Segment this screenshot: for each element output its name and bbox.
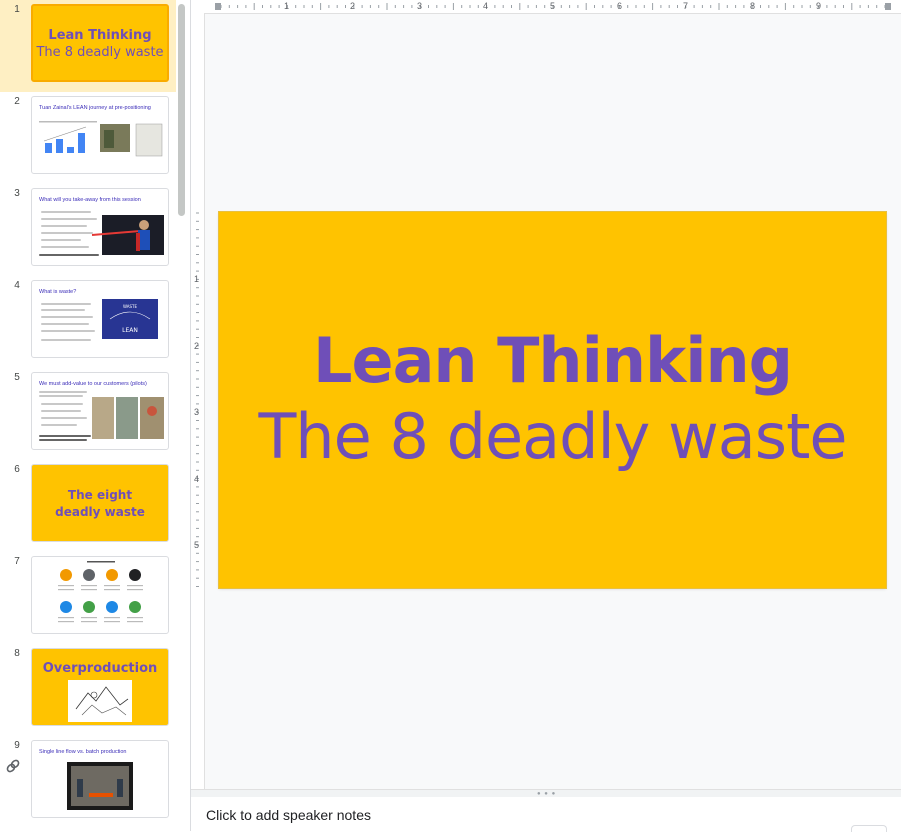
- ruler-label: 4: [483, 1, 489, 11]
- waste-icons-grid-picture: [58, 561, 143, 623]
- speaker-notes-placeholder: Click to add speaker notes: [206, 807, 371, 823]
- slide-preview[interactable]: Overproduction: [31, 648, 169, 726]
- right-indent-marker[interactable]: [885, 3, 891, 10]
- slide-preview[interactable]: What will you take-away from this sessio…: [31, 188, 169, 266]
- vertical-ruler-ticks: [196, 212, 199, 587]
- bar-chart-picture: [39, 121, 163, 157]
- ruler-label: 3: [194, 407, 200, 417]
- slide-number: 2: [14, 96, 20, 107]
- slide-number: 1: [14, 4, 20, 15]
- slide-thumbnail-5[interactable]: 5 We must add-value to our customers (pi…: [0, 368, 176, 460]
- ruler-label: 9: [816, 1, 822, 11]
- ruler-label: 3: [417, 1, 423, 11]
- slide-thumbnail-3[interactable]: 3 What will you take-away from this sess…: [0, 184, 176, 276]
- slide-number: 9: [14, 740, 20, 751]
- superhero-picture: [91, 215, 164, 255]
- slide-preview[interactable]: We must add-value to our customers (pilo…: [31, 372, 169, 450]
- slide-preview[interactable]: Single line flow vs. batch production: [31, 740, 169, 818]
- slide-thumbnail-4[interactable]: 4 What is waste? WASTE LEAN: [0, 276, 176, 368]
- ruler-label: 4: [194, 474, 200, 484]
- ruler-label: 1: [194, 274, 200, 284]
- slide-preview[interactable]: [31, 556, 169, 634]
- filmstrip: 1 Lean Thinking The 8 deadly waste 2 Tua…: [0, 0, 191, 831]
- slide-preview-subtitle: The 8 deadly waste: [36, 45, 164, 60]
- slide-preview-title: Lean Thinking: [48, 28, 152, 43]
- slide-preview[interactable]: Lean Thinking The 8 deadly waste: [31, 4, 169, 82]
- link-icon[interactable]: [4, 757, 22, 775]
- current-slide[interactable]: Lean Thinking The 8 deadly waste: [219, 212, 886, 588]
- picture-label-lean: LEAN: [122, 327, 138, 334]
- ruler-label: 8: [750, 1, 756, 11]
- slide-number: 8: [14, 648, 20, 659]
- slide-preview[interactable]: What is waste? WASTE LEAN: [31, 280, 169, 358]
- slide-number: 4: [14, 280, 20, 291]
- slide-thumbnail-7[interactable]: 7: [0, 552, 176, 644]
- waste-lean-picture: WASTE LEAN: [102, 299, 158, 339]
- slide-preview[interactable]: Tuan Zainal's LEAN journey at pre-positi…: [31, 96, 169, 174]
- overproduction-sketch-picture: [68, 680, 132, 722]
- slide-thumbnail-9[interactable]: 9 Single line flow vs. batch production: [0, 736, 176, 828]
- ruler-label: 1: [284, 1, 290, 11]
- slide-preview[interactable]: The eight deadly waste: [31, 464, 169, 542]
- video-frame-picture: [67, 762, 133, 810]
- slide-title[interactable]: Lean Thinking: [219, 326, 886, 396]
- slide-thumbnail-8[interactable]: 8 Overproduction: [0, 644, 176, 736]
- ruler-label: 2: [194, 341, 200, 351]
- ruler-label: 7: [683, 1, 689, 11]
- vertical-ruler: 1 2 3 4 5: [191, 13, 205, 789]
- ruler-label: 6: [617, 1, 623, 11]
- slide-preview-title: The eight deadly waste: [55, 488, 145, 519]
- ruler-label: 5: [550, 1, 556, 11]
- horizontal-ruler: 1 2 3 4 5 6 7 8 9: [191, 0, 901, 14]
- ruler-label: 5: [194, 540, 200, 550]
- filmstrip-scrollbar[interactable]: [178, 4, 185, 216]
- ruler-label: 2: [350, 1, 356, 11]
- left-indent-marker[interactable]: [215, 3, 221, 10]
- slide-number: 6: [14, 464, 20, 475]
- horizontal-ruler-ticks: [220, 3, 886, 10]
- slide-thumbnail-1[interactable]: 1 Lean Thinking The 8 deadly waste: [0, 0, 176, 92]
- speaker-notes[interactable]: Click to add speaker notes: [191, 797, 901, 832]
- picture-label-waste: WASTE: [123, 304, 137, 309]
- slide-number: 3: [14, 188, 20, 199]
- slide-number: 7: [14, 556, 20, 567]
- pilots-pictures: [92, 397, 164, 439]
- slide-number: 5: [14, 372, 20, 383]
- slide-subtitle[interactable]: The 8 deadly waste: [219, 402, 886, 472]
- slide-thumbnail-6[interactable]: 6 The eight deadly waste: [0, 460, 176, 552]
- slide-thumbnail-2[interactable]: 2 Tuan Zainal's LEAN journey at pre-posi…: [0, 92, 176, 184]
